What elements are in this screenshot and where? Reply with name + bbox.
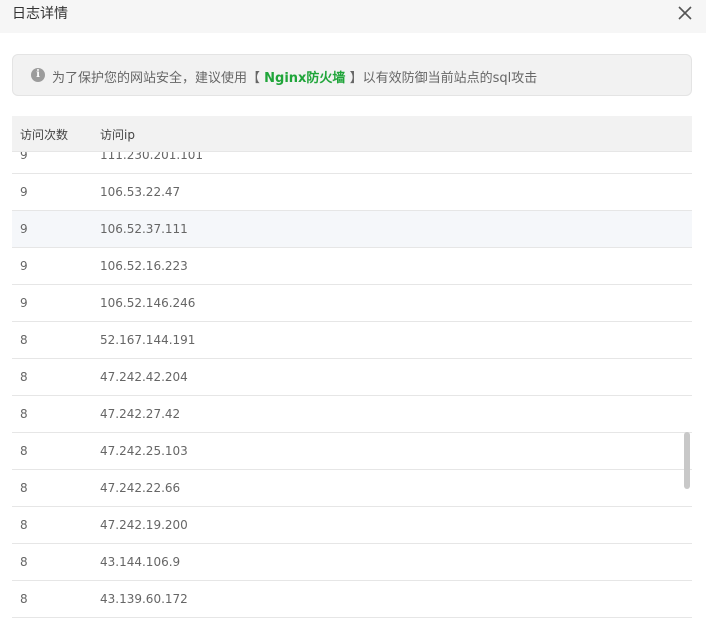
- visit-ip-cell: 43.144.106.9: [100, 555, 181, 569]
- table-row[interactable]: 9 106.52.146.246: [12, 285, 692, 322]
- column-header-visit-count: 访问次数: [20, 128, 69, 142]
- visit-ip-cell: 111.230.201.101: [100, 152, 204, 162]
- table-row[interactable]: 9 106.53.22.47: [12, 174, 692, 211]
- visit-ip-cell: 106.52.37.111: [100, 222, 188, 236]
- notice-prefix: 为了保护您的网站安全，建议使用【: [52, 71, 265, 86]
- visit-ip-cell: 47.242.22.66: [100, 481, 181, 495]
- log-detail-table: 访问次数 访问ip 9 111.230.201.101 9 106.53.22.47 9…: [12, 116, 692, 621]
- visit-ip-cell: 43.139.60.172: [100, 592, 188, 606]
- visit-count-cell: 8: [20, 518, 28, 532]
- table-scrollbar[interactable]: [684, 432, 690, 489]
- table-body[interactable]: 9 111.230.201.101 9 106.53.22.47 9 106.52.37.…: [12, 152, 692, 621]
- notice-message: 为了保护您的网站安全，建议使用【 Nginx防火墙 】以有效防御当前站点的sql…: [52, 67, 537, 86]
- visit-count-cell: 9: [20, 152, 28, 162]
- visit-count-cell: 8: [20, 555, 28, 569]
- visit-count-cell: 8: [20, 370, 28, 384]
- table-row[interactable]: 9 106.52.16.223: [12, 248, 692, 285]
- visit-ip-cell: 47.242.25.103: [100, 444, 188, 458]
- notice-suffix: 】以有效防御当前站点的sql攻击: [345, 71, 538, 86]
- visit-count-cell: 8: [20, 407, 28, 421]
- visit-count-cell: 9: [20, 222, 28, 236]
- table-row[interactable]: 8 47.242.19.200: [12, 507, 692, 544]
- nginx-firewall-link[interactable]: Nginx防火墙: [264, 71, 345, 86]
- table-row[interactable]: 8 47.242.22.66: [12, 470, 692, 507]
- table-row[interactable]: 9 111.230.201.101: [12, 152, 692, 174]
- table-row[interactable]: 8 47.242.42.204: [12, 359, 692, 396]
- column-header-visit-ip: 访问ip: [100, 128, 135, 142]
- table-row[interactable]: 8 47.242.27.42: [12, 396, 692, 433]
- table-row[interactable]: 9 106.52.37.111: [12, 211, 692, 248]
- table-rows: 9 111.230.201.101 9 106.53.22.47 9 106.52.37.…: [12, 152, 692, 618]
- visit-count-cell: 9: [20, 296, 28, 310]
- dialog-title: 日志详情: [12, 6, 68, 22]
- security-notice: i 为了保护您的网站安全，建议使用【 Nginx防火墙 】以有效防御当前站点的s…: [12, 54, 692, 96]
- table-header: 访问次数 访问ip: [12, 116, 692, 152]
- table-row[interactable]: 8 47.242.25.103: [12, 433, 692, 470]
- visit-count-cell: 9: [20, 185, 28, 199]
- visit-count-cell: 8: [20, 444, 28, 458]
- dialog-titlebar: 日志详情: [0, 0, 706, 33]
- visit-ip-cell: 52.167.144.191: [100, 333, 196, 347]
- info-icon: i: [31, 68, 45, 82]
- visit-count-cell: 9: [20, 259, 28, 273]
- visit-count-cell: 8: [20, 333, 28, 347]
- visit-ip-cell: 106.53.22.47: [100, 185, 181, 199]
- table-row[interactable]: 8 43.144.106.9: [12, 544, 692, 581]
- visit-ip-cell: 47.242.19.200: [100, 518, 188, 532]
- close-icon[interactable]: [674, 2, 696, 24]
- visit-count-cell: 8: [20, 592, 28, 606]
- visit-count-cell: 8: [20, 481, 28, 495]
- table-row[interactable]: 8 43.139.60.172: [12, 581, 692, 618]
- table-row[interactable]: 8 52.167.144.191: [12, 322, 692, 359]
- visit-ip-cell: 106.52.146.246: [100, 296, 196, 310]
- visit-ip-cell: 47.242.42.204: [100, 370, 188, 384]
- visit-ip-cell: 106.52.16.223: [100, 259, 188, 273]
- visit-ip-cell: 47.242.27.42: [100, 407, 181, 421]
